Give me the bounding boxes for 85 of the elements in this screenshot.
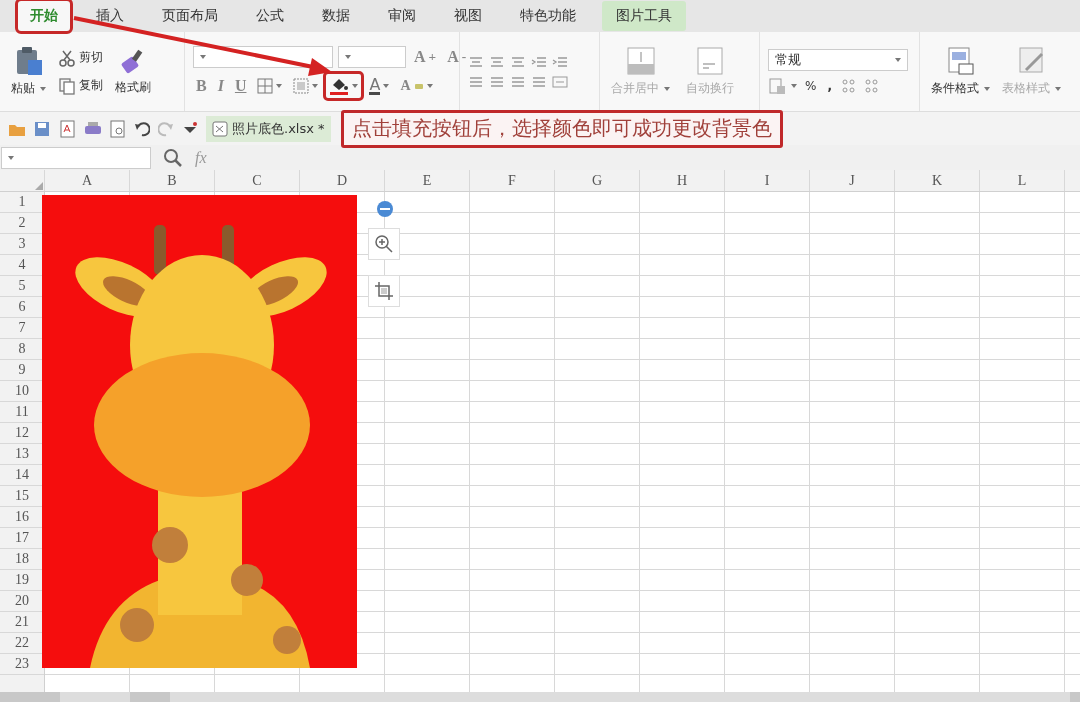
ribbon-tab[interactable]: 特色功能 (508, 1, 588, 31)
column-header[interactable]: F (470, 170, 555, 191)
cut-button[interactable]: 剪切 (55, 46, 106, 69)
spreadsheet-icon (212, 120, 228, 137)
decimal-icon[interactable] (862, 76, 881, 95)
clipboard-icon (14, 46, 43, 76)
copy-icon (58, 76, 76, 95)
caret-icon (1055, 86, 1061, 91)
ribbon-tab[interactable]: 插入 (84, 1, 136, 31)
align-lines-icon[interactable] (531, 74, 547, 89)
indent-icon[interactable] (552, 54, 568, 69)
caret-icon (276, 83, 283, 88)
name-box[interactable] (1, 146, 151, 169)
comma-button[interactable]: , (824, 76, 835, 95)
align-lines-icon[interactable] (468, 74, 484, 89)
caret-icon (426, 83, 433, 88)
format-painter-button[interactable]: 格式刷 (112, 45, 154, 98)
font-color-button[interactable]: A (366, 74, 393, 97)
zoom-in-button[interactable] (368, 228, 400, 260)
column-header[interactable]: E (385, 170, 470, 191)
column-header[interactable]: H (640, 170, 725, 191)
caret-icon (8, 155, 14, 160)
table-pen-icon (1017, 46, 1046, 76)
ribbon-tab[interactable]: 视图 (442, 1, 494, 31)
column-header[interactable]: K (895, 170, 980, 191)
caret-icon (312, 83, 319, 88)
save-icon[interactable] (34, 120, 50, 137)
zoom-icon[interactable] (163, 147, 183, 168)
align-lines-icon[interactable] (489, 54, 505, 69)
fill-color-button[interactable] (326, 73, 362, 98)
pdf-icon[interactable] (58, 119, 76, 138)
column-header[interactable]: C (215, 170, 300, 191)
file-name: 照片底色.xlsx * (232, 119, 325, 138)
caret-icon (383, 83, 390, 88)
ribbon-tab[interactable]: 开始 (18, 1, 70, 31)
caret-icon (200, 54, 206, 59)
caret-icon (664, 86, 670, 91)
align-lines-icon[interactable] (510, 74, 526, 89)
align-lines-icon[interactable] (468, 54, 484, 69)
distribute-icon[interactable] (552, 74, 568, 89)
ribbon-tab[interactable]: 页面布局 (150, 1, 230, 31)
borders-icon (257, 77, 274, 94)
annotation-callout: 点击填充按钮后，选择颜色即可成功更改背景色 (340, 109, 783, 148)
copy-button[interactable]: 复制 (55, 74, 106, 97)
crop-button[interactable] (368, 275, 400, 307)
caret-icon (345, 54, 351, 59)
ribbon-tab[interactable]: 审阅 (376, 1, 428, 31)
column-header[interactable]: D (300, 170, 385, 191)
column-header[interactable]: L (980, 170, 1065, 191)
column-header[interactable]: A (45, 170, 130, 191)
file-tab[interactable]: 照片底色.xlsx * (206, 115, 331, 142)
caret-icon (352, 83, 359, 88)
caret-icon (984, 86, 990, 91)
number-format-field[interactable]: 常规 (768, 48, 908, 71)
ribbon-button[interactable]: 条件格式 (928, 44, 993, 99)
column-header[interactable]: B (130, 170, 215, 191)
font-size-field[interactable] (338, 45, 406, 68)
column-header[interactable]: G (555, 170, 640, 191)
crop-icon (374, 281, 394, 301)
decimal-icon[interactable] (839, 76, 858, 95)
ribbon-tab[interactable]: 数据 (310, 1, 362, 31)
collapse-icon[interactable] (376, 200, 394, 218)
preview-icon[interactable] (110, 119, 126, 138)
caret-icon (40, 86, 46, 91)
horizontal-scrollbar[interactable] (0, 692, 1080, 702)
caret-icon (895, 57, 901, 62)
grid-icon (293, 77, 310, 94)
zoom-in-icon (374, 234, 394, 254)
table-icon (946, 46, 975, 76)
align-lines-icon[interactable] (489, 74, 505, 89)
undo-icon[interactable] (134, 120, 150, 137)
paste-button[interactable]: 粘贴 (8, 44, 49, 99)
indent-icon[interactable] (531, 54, 547, 69)
printer-icon[interactable] (84, 120, 102, 137)
column-header[interactable]: I (725, 170, 810, 191)
wrap-text-icon (695, 46, 725, 76)
merge-cells-icon (625, 46, 656, 76)
scissors-icon (58, 48, 76, 67)
ribbon-tab[interactable]: 公式 (244, 1, 296, 31)
ribbon-tab[interactable]: 图片工具 (602, 1, 686, 31)
percent-button[interactable]: % (802, 76, 820, 95)
align-lines-icon[interactable] (510, 54, 526, 69)
caret-icon (791, 83, 797, 88)
column-header[interactable]: J (810, 170, 895, 191)
redo-icon[interactable] (158, 120, 174, 137)
